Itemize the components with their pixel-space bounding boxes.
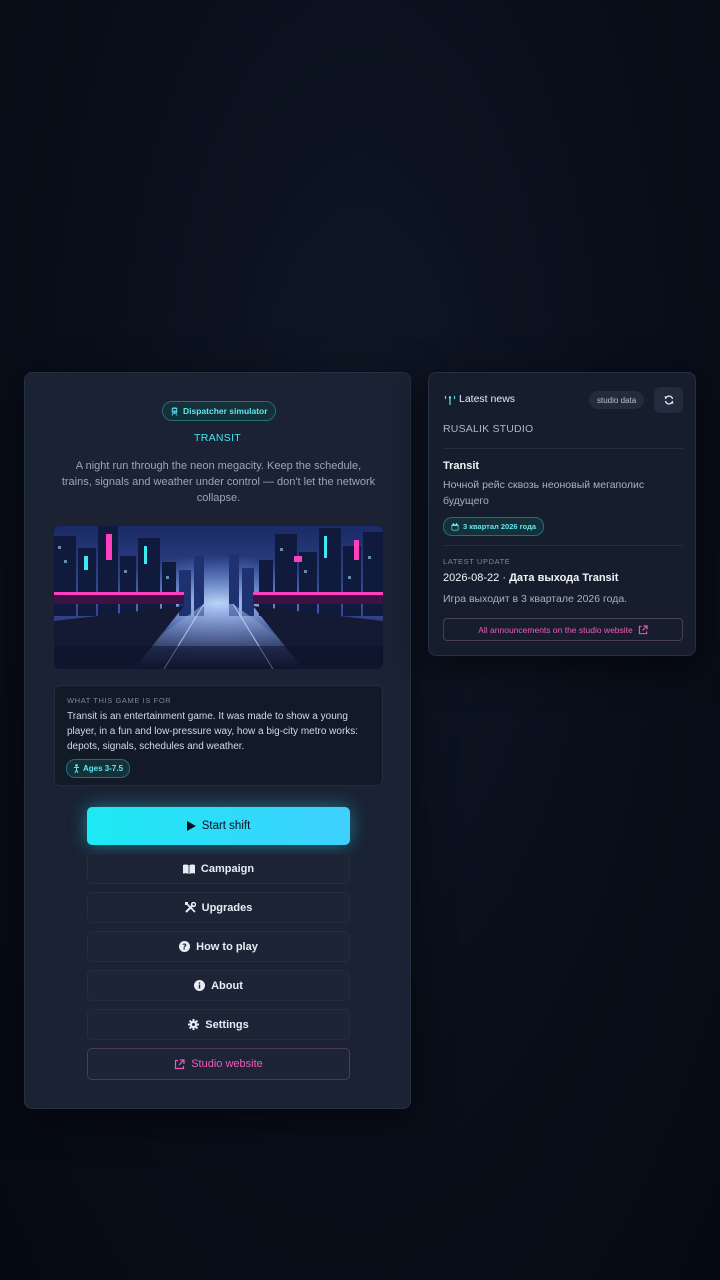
child-icon — [73, 764, 80, 773]
question-circle-icon: ? — [179, 941, 191, 952]
all-announcements-label: All announcements on the studio website — [478, 624, 633, 635]
start-shift-button[interactable]: Start shift — [87, 807, 350, 845]
game-title: TRANSIT — [193, 432, 242, 444]
genre-badge: Dispatcher simulator — [162, 401, 276, 421]
calendar-icon — [451, 522, 459, 531]
studio-name: RUSALIK STUDIO — [443, 423, 534, 435]
purpose-heading: WHAT THIS GAME IS FOR — [67, 696, 172, 705]
studio-website-button[interactable]: Studio website — [87, 1048, 350, 1080]
external-link-icon — [174, 1058, 185, 1070]
about-button[interactable]: About — [87, 970, 350, 1001]
about-label: About — [211, 979, 243, 992]
purpose-text: Transit is an entertainment game. It was… — [67, 711, 359, 752]
news-divider-2 — [443, 545, 683, 546]
info-circle-icon — [194, 980, 206, 991]
genre-label: Dispatcher simulator — [183, 406, 268, 416]
latest-update-title: 2026-08-22 · Дата выхода Transit — [443, 572, 618, 584]
latest-update-heading: LATEST UPDATE — [443, 557, 511, 566]
news-heading-label: Latest news — [459, 393, 516, 405]
main-menu-card: Dispatcher simulator TRANSIT A night run… — [24, 372, 411, 1109]
gear-icon — [188, 1019, 200, 1030]
upgrades-label: Upgrades — [201, 901, 253, 914]
svg-text:?: ? — [182, 942, 187, 951]
news-item-title: Transit — [443, 460, 480, 472]
news-panel: Latest news studio data RUSALIK STUDIO T… — [428, 372, 696, 656]
settings-button[interactable]: Settings — [87, 1009, 350, 1040]
refresh-icon — [664, 395, 674, 405]
tools-icon — [184, 902, 196, 913]
external-link-icon — [638, 624, 648, 635]
latest-update-headline: Дата выхода Transit — [509, 572, 619, 584]
news-item-description: Ночной рейс сквозь неоновый мегаполис бу… — [443, 479, 645, 507]
latest-update-description: Игра выходит в 3 квартале 2026 года. — [443, 593, 628, 605]
hero-image — [54, 526, 383, 669]
age-badge: Ages 3-7.5 — [66, 759, 131, 778]
start-shift-label: Start shift — [201, 820, 251, 832]
upgrades-button[interactable]: Upgrades — [87, 892, 350, 923]
book-icon — [182, 864, 195, 874]
campaign-label: Campaign — [200, 862, 255, 875]
game-tagline: A night run through the neon megacity. K… — [61, 460, 376, 504]
age-label: Ages 3-7.5 — [83, 764, 124, 773]
settings-label: Settings — [205, 1018, 249, 1031]
refresh-button[interactable] — [654, 387, 683, 413]
how-to-play-label: How to play — [196, 940, 258, 953]
studio-website-label: Studio website — [191, 1058, 263, 1070]
broadcast-icon — [443, 394, 457, 405]
release-quarter-label: 3 квартал 2026 года — [463, 522, 537, 531]
campaign-button[interactable]: Campaign — [87, 853, 350, 884]
how-to-play-button[interactable]: ? How to play — [87, 931, 350, 962]
play-icon — [186, 821, 196, 831]
news-heading: Latest news — [443, 393, 515, 405]
studio-data-badge: studio data — [589, 391, 645, 409]
train-icon — [170, 406, 179, 416]
all-announcements-link[interactable]: All announcements on the studio website — [443, 618, 683, 641]
game-purpose-panel: WHAT THIS GAME IS FOR Transit is an ente… — [54, 685, 383, 786]
news-divider-1 — [443, 448, 683, 449]
latest-update-date: 2026-08-22 · — [443, 572, 506, 584]
release-quarter-badge: 3 квартал 2026 года — [443, 517, 545, 536]
